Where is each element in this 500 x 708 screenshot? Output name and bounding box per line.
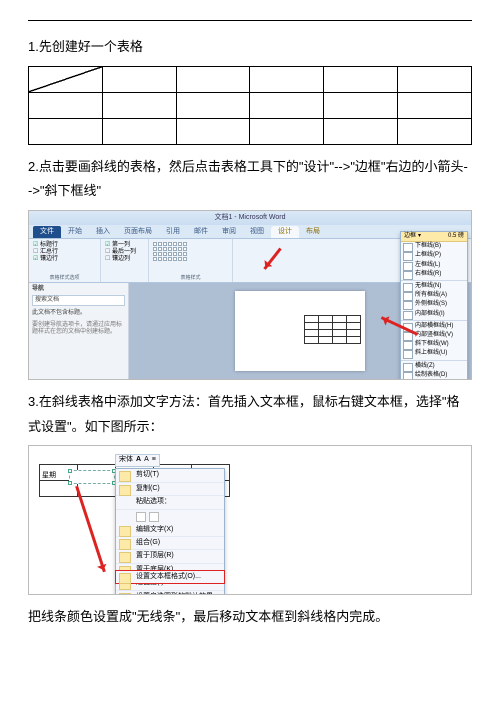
demo-table: [28, 66, 472, 145]
border-top[interactable]: 上框线(P): [401, 251, 467, 260]
ctx-format-textbox[interactable]: 设置文本框格式(O)...: [115, 570, 225, 584]
border-diag-down[interactable]: 斜下框线(W): [401, 340, 467, 349]
ctx-cut[interactable]: 剪切(T): [116, 469, 224, 482]
tab-file[interactable]: 文件: [33, 226, 61, 238]
borders-button[interactable]: 边框: [404, 233, 416, 240]
step-2: 2.点击要画斜线的表格，然后点击表格工具下的"设计"-->"边框"右边的小箭头-…: [28, 155, 472, 204]
border-diag-up[interactable]: 斜上框线(U): [401, 349, 467, 358]
navigation-pane: 导航 搜索文档 此文档不包含标题。 要创建导航选项卡，请通过应用标题样式在您的文…: [29, 283, 129, 379]
ctx-default[interactable]: 设置自选图形的默认效果(D): [116, 591, 224, 596]
opt-banded-row[interactable]: 镶边行: [33, 256, 96, 263]
border-none[interactable]: 无框线(N): [401, 282, 467, 291]
title-bar: 文档1 - Microsoft Word: [29, 211, 471, 225]
tab-design[interactable]: 设计: [271, 226, 299, 238]
border-bottom[interactable]: 下框线(B): [401, 242, 467, 251]
tab-tlayout[interactable]: 布局: [299, 226, 327, 238]
word-screenshot-1: 文档1 - Microsoft Word 文件 开始 插入 页面布局 引用 邮件…: [28, 210, 472, 380]
text-box[interactable]: [69, 470, 115, 484]
ctx-group[interactable]: 组合(G): [116, 537, 224, 550]
tab-ref[interactable]: 引用: [159, 226, 187, 238]
border-draw[interactable]: 绘制表格(D): [401, 371, 467, 380]
opt-banded-col[interactable]: 镶边列: [105, 256, 144, 263]
diagonal-cell: [29, 66, 103, 92]
top-rule: [28, 20, 472, 21]
red-arrow-icon-3: [75, 486, 106, 573]
red-arrow-icon: [263, 248, 281, 270]
mini-toolbar[interactable]: 宋体AA≡: [115, 454, 160, 466]
ctx-edit-text[interactable]: 编辑文字(X): [116, 524, 224, 537]
ctx-paste-label: 粘贴选项：: [116, 496, 224, 509]
ctx-paste-options[interactable]: [116, 510, 224, 524]
step-4: 把线条颜色设置成"无线条"，最后移动文本框到斜线格内完成。: [28, 605, 472, 630]
border-outside[interactable]: 外侧框线(S): [401, 300, 467, 309]
borders-dropdown: 边框▾0.5 磅 下框线(B) 上框线(P) 左框线(L) 右框线(R) 无框线…: [400, 231, 468, 380]
tab-insert[interactable]: 插入: [89, 226, 117, 238]
inserted-table: [304, 315, 361, 344]
tab-home[interactable]: 开始: [61, 226, 89, 238]
border-inside[interactable]: 内部框线(I): [401, 310, 467, 319]
border-left[interactable]: 左框线(L): [401, 261, 467, 270]
step-1: 1.先创建好一个表格: [28, 35, 472, 60]
ctx-copy[interactable]: 复制(C): [116, 483, 224, 496]
border-all[interactable]: 所有框线(A): [401, 291, 467, 300]
ctx-front[interactable]: 置于顶层(R): [116, 550, 224, 563]
word-screenshot-2: 星期 宋体AA≡ 剪切(T) 复制(C) 粘贴选项： 编辑文字(X) 组合(G)…: [28, 445, 472, 595]
step-3: 3.在斜线表格中添加文字方法：首先插入文本框，鼠标右键文本框，选择"格式设置"。…: [28, 390, 472, 439]
tab-review[interactable]: 审阅: [215, 226, 243, 238]
search-input[interactable]: 搜索文档: [32, 295, 125, 306]
tab-mail[interactable]: 邮件: [187, 226, 215, 238]
border-right[interactable]: 右框线(R): [401, 270, 467, 279]
tab-view[interactable]: 视图: [243, 226, 271, 238]
style-gallery[interactable]: [153, 242, 228, 261]
border-hline[interactable]: 横线(Z): [401, 362, 467, 371]
tab-layout[interactable]: 页面布局: [117, 226, 159, 238]
